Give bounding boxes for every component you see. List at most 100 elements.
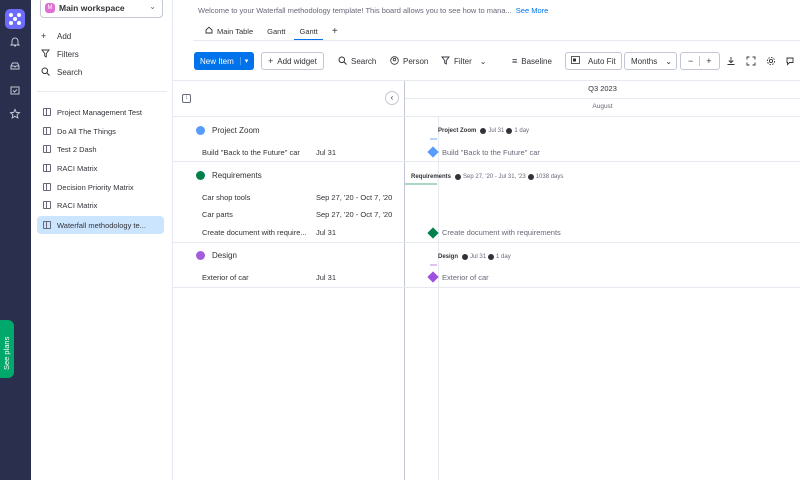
search-icon (41, 67, 53, 78)
filters-button[interactable]: Filters (41, 47, 79, 61)
item-name[interactable]: Car shop tools (202, 193, 250, 202)
favorites-icon[interactable] (8, 108, 22, 122)
group-name-design[interactable]: Design (212, 251, 237, 260)
left-rail: See plans (0, 0, 31, 480)
chevron-down-icon: ⌄ (665, 56, 672, 66)
milestone-diamond[interactable] (427, 146, 439, 158)
person-filter-button[interactable]: Person (390, 52, 428, 70)
board-main: Welcome to your Waterfall methodology te… (173, 0, 800, 480)
fullscreen-icon[interactable] (746, 52, 756, 70)
tab-gantt-active[interactable]: Gantt (292, 22, 324, 41)
new-item-label: New Item (200, 56, 234, 66)
zoom-divider (699, 56, 701, 66)
group-color-dot (196, 126, 205, 135)
add-view-button[interactable]: + (325, 22, 345, 40)
see-plans-button[interactable]: See plans (0, 320, 14, 378)
timescale-dropdown[interactable]: Months ⌄ (624, 52, 677, 70)
download-icon[interactable] (726, 52, 736, 70)
sidebar-board-item-active[interactable]: Waterfall methodology te... (37, 216, 164, 234)
zoom-in-button[interactable]: + (703, 56, 714, 66)
milestone-label: Create document with requirements (442, 228, 561, 237)
tab-gantt[interactable]: Gantt (260, 22, 292, 40)
my-work-icon[interactable] (8, 84, 22, 98)
milestone-diamond[interactable] (427, 271, 439, 283)
summary-group-name: Design (438, 254, 459, 260)
sidebar-board-item[interactable]: Do All The Things (37, 122, 164, 140)
sidebar-divider (37, 91, 167, 92)
milestone-dot (527, 174, 534, 180)
search-button[interactable]: Search (41, 65, 82, 79)
item-date: Jul 31 (316, 148, 337, 157)
plus-icon: + (41, 31, 47, 41)
group-name-requirements[interactable]: Requirements (212, 171, 262, 180)
workspace-sidebar: M Main workspace ⌄ + Add Filters Search … (31, 0, 173, 480)
gantt-splitter[interactable] (404, 81, 405, 480)
search-button[interactable]: Search (338, 52, 376, 70)
board-icon (43, 201, 51, 209)
apps-icon[interactable] (5, 9, 25, 29)
group-summary-design: Design Jul 31 1 day (438, 254, 511, 260)
summary-duration: 1 day (496, 254, 511, 260)
group-name-project-zoom[interactable]: Project Zoom (212, 126, 260, 135)
add-widget-button[interactable]: + Add widget (261, 52, 324, 70)
bell-icon[interactable] (8, 36, 22, 50)
collapse-icon[interactable]: ↕ (182, 94, 191, 103)
group-bar[interactable] (405, 183, 437, 185)
gantt-top-border (173, 80, 800, 81)
sidebar-board-item[interactable]: Decision Priority Matrix (37, 178, 164, 196)
board-description: Welcome to your Waterfall methodology te… (198, 6, 548, 15)
timeline-header-divider (405, 98, 800, 99)
item-name[interactable]: Exterior of car (202, 273, 249, 282)
inbox-icon[interactable] (8, 60, 22, 74)
search-label: Search (351, 56, 377, 66)
auto-fit-button[interactable]: Auto Fit (565, 52, 622, 70)
sidebar-board-item[interactable]: Project Management Test (37, 103, 164, 121)
milestone-dot (462, 254, 469, 260)
add-label: Add (57, 31, 72, 41)
row-separator (173, 161, 800, 162)
workspace-name: Main workspace (59, 3, 125, 13)
board-icon (43, 127, 51, 135)
filter-icon (441, 56, 450, 67)
baseline-button[interactable]: ≡ Baseline (512, 52, 552, 70)
tab-main-table[interactable]: Main Table (198, 22, 260, 40)
see-more-link[interactable]: See More (516, 6, 549, 15)
zoom-out-button[interactable]: − (685, 56, 696, 66)
sidebar-board-item[interactable]: RACI Matrix (37, 196, 164, 214)
filter-icon (41, 49, 53, 60)
board-icon (43, 164, 51, 172)
filter-button[interactable]: Filter ⌄ (441, 52, 486, 70)
milestone-dot (488, 254, 495, 260)
baseline-icon: ≡ (512, 56, 518, 66)
row-separator (173, 287, 800, 288)
workspace-selector[interactable]: M Main workspace ⌄ (40, 0, 163, 18)
group-bar[interactable] (430, 138, 437, 140)
item-name[interactable]: Car parts (202, 210, 233, 219)
item-name[interactable]: Build "Back to the Future" car (202, 148, 300, 157)
summary-group-name: Requirements (411, 174, 452, 180)
workspace-badge: M (45, 3, 55, 13)
new-item-button[interactable]: New Item ▾ (194, 52, 255, 70)
board-label: Test 2 Dash (57, 144, 97, 154)
home-icon (205, 26, 213, 36)
sidebar-board-item[interactable]: Test 2 Dash (37, 140, 164, 158)
chevron-down-icon: ⌄ (149, 2, 156, 11)
group-bar[interactable] (430, 264, 437, 266)
settings-gear-icon[interactable] (766, 52, 776, 70)
chevron-down-icon[interactable]: ▾ (239, 57, 248, 65)
chevron-down-icon[interactable]: ⌄ (480, 57, 487, 66)
item-name[interactable]: Create document with require... (202, 228, 307, 237)
summary-date: Sep 27, '20 - Jul 31, '23 (463, 174, 526, 180)
summary-group-name: Project Zoom (438, 128, 477, 134)
milestone-dot (480, 128, 487, 134)
summary-duration: 1 day (514, 128, 530, 134)
summary-duration: 1038 days (535, 174, 564, 180)
milestone-diamond[interactable] (427, 227, 439, 239)
row-separator (173, 116, 800, 117)
summary-date: Jul 31 (488, 128, 505, 134)
collapse-panel-button[interactable]: ‹ (385, 91, 399, 105)
zoom-controls: − + (680, 52, 720, 70)
sidebar-board-item[interactable]: RACI Matrix (37, 159, 164, 177)
comment-icon[interactable] (785, 52, 795, 70)
add-button[interactable]: + Add (41, 29, 71, 43)
